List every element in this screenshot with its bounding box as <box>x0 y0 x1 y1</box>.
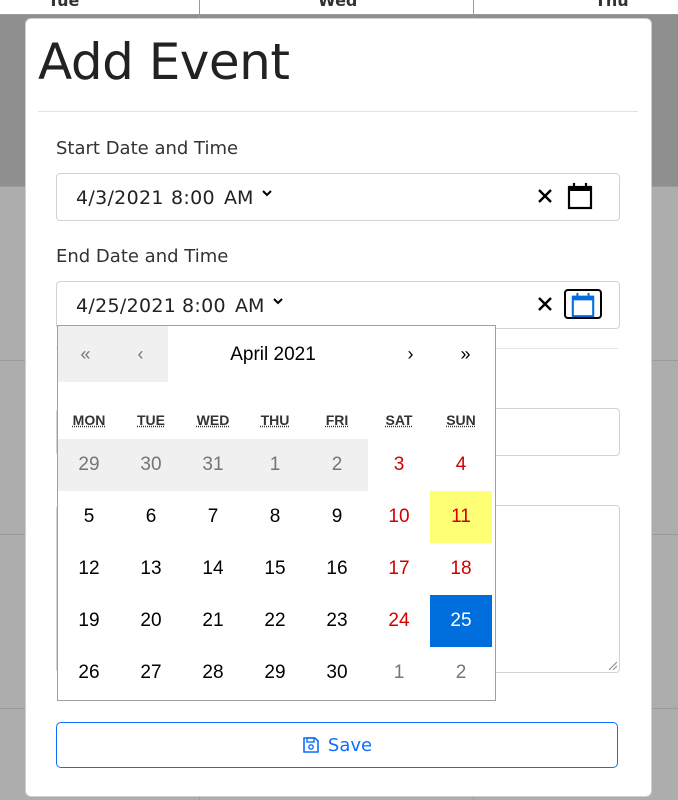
next-month-button[interactable]: › <box>383 326 438 382</box>
background-day-header: Wed <box>318 0 358 10</box>
end-calendar-button[interactable] <box>564 289 602 319</box>
close-icon <box>538 189 552 203</box>
calendar-day[interactable]: 8 <box>244 491 306 543</box>
calendar-day[interactable]: 29 <box>58 439 120 491</box>
save-icon <box>303 737 319 753</box>
calendar-day[interactable]: 24 <box>368 595 430 647</box>
title-divider <box>38 111 638 112</box>
calendar-day[interactable]: 5 <box>58 491 120 543</box>
calendar-day[interactable]: 3 <box>368 439 430 491</box>
prev-year-button[interactable]: « <box>58 326 113 382</box>
weekday-header: MON <box>72 412 106 428</box>
calendar-day[interactable]: 12 <box>58 543 120 595</box>
resize-handle-icon[interactable] <box>607 660 617 670</box>
calendar-day[interactable]: 9 <box>306 491 368 543</box>
calendar-day[interactable]: 17 <box>368 543 430 595</box>
calendar-day[interactable]: 14 <box>182 543 244 595</box>
calendar-day[interactable]: 29 <box>244 647 306 699</box>
calendar-day[interactable]: 31 <box>182 439 244 491</box>
month-year-label[interactable]: April 2021 <box>178 326 368 382</box>
weekday-header: THU <box>260 412 290 428</box>
calendar-day[interactable]: 19 <box>58 595 120 647</box>
prev-month-button[interactable]: ‹ <box>113 326 168 382</box>
date-picker-popup: « ‹ April 2021 › » MON TUE WED THU FRI S… <box>57 325 496 701</box>
start-datetime-field[interactable]: 4/3/2021 8:00 AM <box>56 173 620 221</box>
calendar-day[interactable]: 28 <box>182 647 244 699</box>
calendar-day[interactable]: 26 <box>58 647 120 699</box>
calendar-day[interactable]: 2 <box>306 439 368 491</box>
chevron-down-icon[interactable] <box>261 185 273 203</box>
end-date-label: End Date and Time <box>56 246 229 267</box>
weekday-header: SUN <box>446 412 476 428</box>
start-date-label: Start Date and Time <box>56 138 239 159</box>
start-date-value[interactable]: 4/3/2021 <box>76 187 164 209</box>
calendar-day[interactable]: 10 <box>368 491 430 543</box>
calendar-day[interactable]: 22 <box>244 595 306 647</box>
end-datetime-field[interactable]: 4/25/2021 8:00 AM <box>56 281 620 329</box>
calendar-day[interactable]: 30 <box>120 439 182 491</box>
calendar-day[interactable]: 21 <box>182 595 244 647</box>
start-ampm-select[interactable]: AM <box>224 187 253 209</box>
next-year-button[interactable]: » <box>438 326 493 382</box>
modal-title: Add Event <box>38 33 290 91</box>
calendar-day[interactable]: 2 <box>430 647 492 699</box>
calendar-day[interactable]: 4 <box>430 439 492 491</box>
calendar-day[interactable]: 16 <box>306 543 368 595</box>
background-day-header: Thu <box>595 0 629 10</box>
calendar-day[interactable]: 1 <box>368 647 430 699</box>
weekday-header: TUE <box>137 412 165 428</box>
calendar-day[interactable]: 30 <box>306 647 368 699</box>
weekday-header: WED <box>196 412 230 428</box>
start-calendar-button[interactable] <box>567 182 597 212</box>
calendar-day[interactable]: 25 <box>430 595 492 647</box>
calendar-day[interactable]: 7 <box>182 491 244 543</box>
calendar-day[interactable]: 23 <box>306 595 368 647</box>
background-day-header: Tue <box>48 0 80 10</box>
close-icon <box>538 297 552 311</box>
calendar-day[interactable]: 20 <box>120 595 182 647</box>
calendar-icon <box>567 183 593 210</box>
calendar-day[interactable]: 11 <box>430 491 492 543</box>
calendar-day[interactable]: 1 <box>244 439 306 491</box>
calendar-day[interactable]: 15 <box>244 543 306 595</box>
start-clear-button[interactable] <box>533 182 557 212</box>
background-gridline <box>0 14 678 15</box>
calendar-day[interactable]: 27 <box>120 647 182 699</box>
weekday-header: SAT <box>385 412 413 428</box>
calendar-day[interactable]: 13 <box>120 543 182 595</box>
weekday-header: FRI <box>325 412 349 428</box>
end-date-value[interactable]: 4/25/2021 <box>76 295 176 317</box>
calendar-icon <box>571 292 595 318</box>
save-button[interactable]: Save <box>56 722 618 768</box>
calendar-day[interactable]: 18 <box>430 543 492 595</box>
start-time-value[interactable]: 8:00 <box>171 187 215 209</box>
end-clear-button[interactable] <box>533 290 557 320</box>
end-ampm-select[interactable]: AM <box>235 295 264 317</box>
chevron-down-icon[interactable] <box>272 293 284 311</box>
save-label: Save <box>327 734 373 756</box>
end-time-value[interactable]: 8:00 <box>182 295 226 317</box>
calendar-day[interactable]: 6 <box>120 491 182 543</box>
